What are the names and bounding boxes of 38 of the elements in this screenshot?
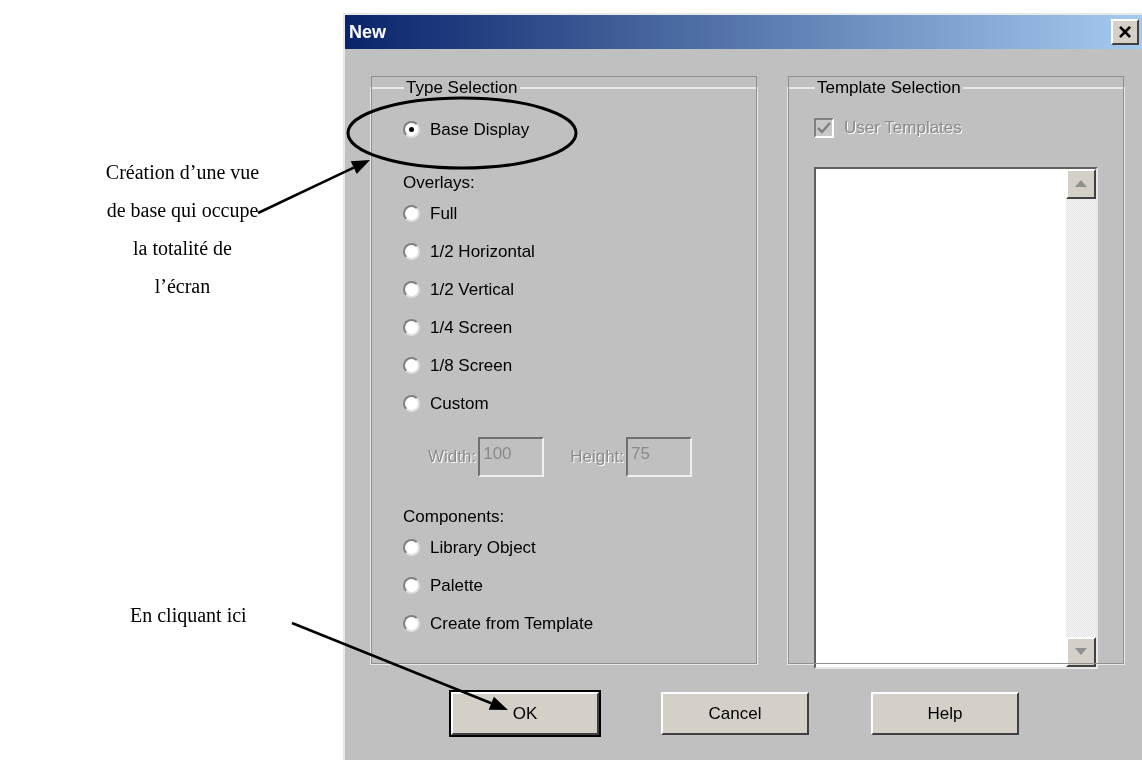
scroll-up-icon[interactable] — [1066, 168, 1096, 199]
section-label: Overlays: — [403, 171, 476, 194]
window-title: New — [349, 20, 386, 44]
radio-button[interactable] — [403, 281, 420, 298]
radio-label: 1/4 Screen — [430, 316, 513, 339]
group-title: Type Selection — [405, 77, 519, 99]
radio-label: Full — [430, 202, 458, 225]
radio-label: 1/2 Horizontal — [430, 240, 535, 263]
annotation-text: Création d’une vue de base qui occupe la totalité de l’écran — [105, 160, 260, 299]
radio-button[interactable] — [403, 615, 420, 632]
radio-label: Palette — [430, 574, 483, 597]
radio-label: 1/8 Screen — [430, 354, 513, 377]
annotation-text: En cliquant ici — [130, 603, 248, 629]
dialog-button[interactable]: Help — [871, 692, 1019, 735]
radio-label: Custom — [430, 392, 489, 415]
radio-button[interactable] — [403, 319, 420, 336]
field-label: Width: — [428, 445, 477, 468]
radio-button[interactable] — [403, 121, 420, 138]
field-label: Height: — [570, 445, 625, 468]
group-title: Template Selection — [816, 77, 962, 99]
radio-label: 1/2 Vertical — [430, 278, 515, 301]
radio-button[interactable] — [403, 577, 420, 594]
scrollbar[interactable] — [1066, 168, 1096, 667]
checkmark-icon — [817, 121, 831, 134]
radio-label: Create from Template — [430, 612, 594, 635]
scroll-down-icon[interactable] — [1066, 636, 1096, 667]
section-label: Components: — [403, 505, 506, 528]
radio-button[interactable] — [403, 395, 420, 412]
radio-button[interactable] — [403, 243, 420, 260]
dialog-button[interactable]: Cancel — [661, 692, 809, 735]
checkbox-label: User Templates — [844, 116, 962, 139]
radio-button[interactable] — [403, 205, 420, 222]
radio-label: Library Object — [430, 536, 536, 559]
radio-button[interactable] — [403, 357, 420, 374]
radio-label: Base Display — [430, 118, 530, 141]
dialog-button[interactable]: OK — [451, 692, 599, 735]
close-button[interactable]: × — [1111, 19, 1139, 45]
radio-button[interactable] — [403, 539, 420, 556]
